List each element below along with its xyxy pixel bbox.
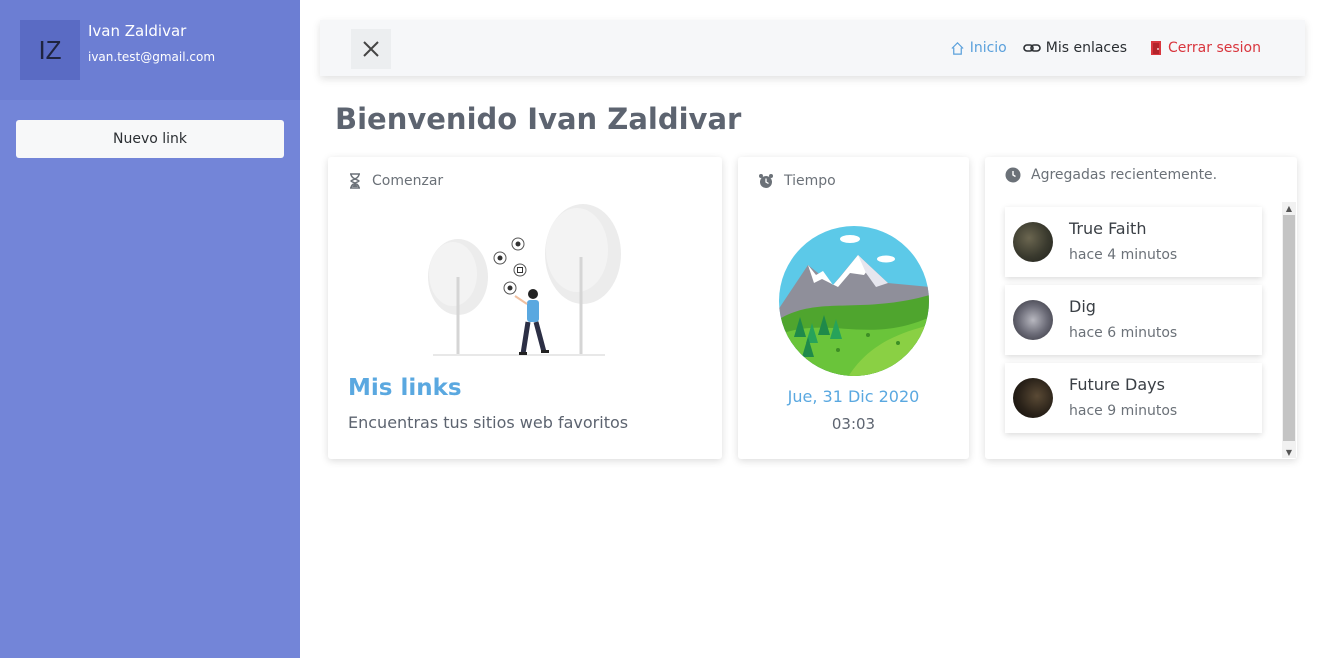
- time-card-title: Tiempo: [784, 173, 836, 189]
- hourglass-icon: [350, 173, 360, 189]
- recent-card-header: Agregadas recientemente.: [1005, 167, 1217, 183]
- clock-icon: [1005, 167, 1021, 183]
- user-name: Ivan Zaldivar: [88, 22, 187, 40]
- current-date: Jue, 31 Dic 2020: [787, 387, 920, 406]
- new-link-button[interactable]: Nuevo link: [16, 120, 284, 158]
- scroll-thumb[interactable]: [1283, 215, 1295, 441]
- recent-card-title: Agregadas recientemente.: [1031, 167, 1218, 183]
- start-card-header: Comenzar: [348, 173, 443, 189]
- recent-scrollbar[interactable]: ▲ ▼: [1282, 202, 1296, 458]
- nav-mis-enlaces-label: Mis enlaces: [1045, 40, 1128, 56]
- recent-item-time: hace 9 minutos: [1069, 403, 1178, 419]
- recent-item-title: Future Days: [1069, 375, 1165, 394]
- link-thumbnail: [1013, 300, 1053, 340]
- user-email: ivan.test@gmail.com: [88, 50, 216, 64]
- scroll-up-arrow-icon[interactable]: ▲: [1282, 202, 1296, 214]
- close-sidebar-button[interactable]: [351, 29, 391, 69]
- recent-item-title: Dig: [1069, 297, 1096, 316]
- nav-inicio-label: Inicio: [969, 40, 1007, 56]
- current-time: 03:03: [831, 415, 876, 433]
- link-thumbnail: [1013, 378, 1053, 418]
- sidebar-user-panel: IZ Ivan Zaldivar ivan.test@gmail.com: [0, 0, 300, 100]
- recent-item-dig[interactable]: Dig hace 6 minutos: [1005, 285, 1262, 355]
- nav-cerrar-sesion-label: Cerrar sesion: [1168, 40, 1261, 56]
- link-icon: [1022, 44, 1041, 52]
- recent-card: Agregadas recientemente. True Faith hace…: [985, 157, 1297, 459]
- start-card-title: Comenzar: [372, 173, 444, 189]
- scroll-down-arrow-icon[interactable]: ▼: [1282, 446, 1296, 458]
- mis-links-title[interactable]: Mis links: [348, 375, 462, 401]
- mis-links-description: Encuentras tus sitios web favoritos: [348, 413, 629, 432]
- social-illustration: [428, 204, 621, 356]
- recent-item-title: True Faith: [1069, 219, 1147, 238]
- top-bar: Inicio Mis enlaces Cerrar sesion: [320, 20, 1305, 76]
- recent-item-true-faith[interactable]: True Faith hace 4 minutos: [1005, 207, 1262, 277]
- landscape-illustration: [779, 226, 929, 376]
- start-card: Comenzar Mis links Encuentras tus sitios…: [328, 157, 722, 459]
- nav-cerrar-sesion[interactable]: Cerrar sesion: [1149, 40, 1261, 56]
- avatar[interactable]: IZ: [20, 20, 80, 80]
- nav-inicio[interactable]: Inicio: [950, 40, 1007, 56]
- alarm-clock-icon: [759, 174, 773, 188]
- close-icon: [363, 41, 379, 57]
- door-icon: [1151, 41, 1162, 55]
- time-card: Tiempo Jue, 31 Dic 2020 03:03: [738, 157, 969, 459]
- home-icon: [951, 41, 964, 55]
- recent-item-time: hace 6 minutos: [1069, 325, 1178, 341]
- recent-list: True Faith hace 4 minutos Dig hace 6 min…: [1005, 207, 1262, 441]
- nav-mis-enlaces[interactable]: Mis enlaces: [1022, 40, 1128, 56]
- time-card-header: Tiempo: [758, 173, 836, 189]
- recent-item-future-days[interactable]: Future Days hace 9 minutos: [1005, 363, 1262, 433]
- link-thumbnail: [1013, 222, 1053, 262]
- sidebar: IZ Ivan Zaldivar ivan.test@gmail.com Nue…: [0, 0, 300, 658]
- top-nav: Inicio Mis enlaces Cerrar sesion: [950, 20, 1261, 76]
- page-title: Bienvenido Ivan Zaldivar: [335, 102, 742, 136]
- recent-item-time: hace 4 minutos: [1069, 247, 1178, 263]
